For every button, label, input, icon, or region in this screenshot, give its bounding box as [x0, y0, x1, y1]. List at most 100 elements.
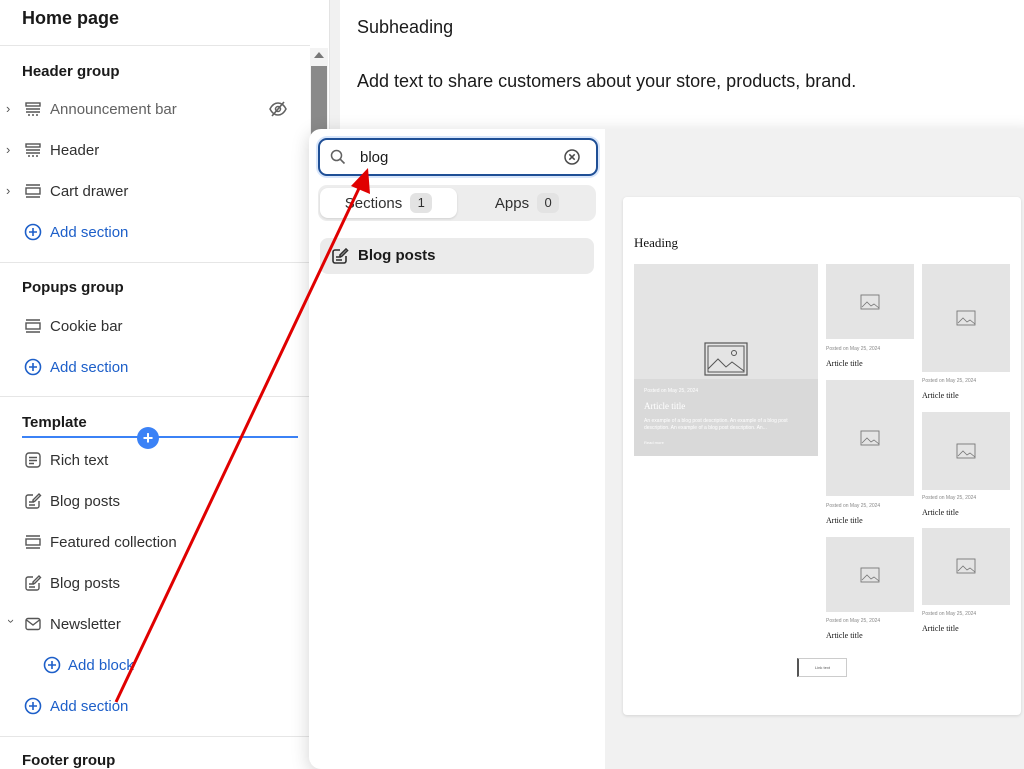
- section-icon: [25, 319, 41, 333]
- footer-group-title: Footer group: [22, 752, 116, 769]
- clear-icon[interactable]: [563, 148, 581, 166]
- count-badge: 1: [410, 193, 433, 213]
- text-block-icon: [25, 452, 41, 468]
- add-section-button[interactable]: Add section: [0, 691, 300, 721]
- post-title: Article title: [826, 631, 863, 640]
- chevron-down-icon[interactable]: ›: [4, 619, 19, 629]
- image-placeholder-icon: [956, 310, 976, 326]
- sidebar-item-cart-drawer[interactable]: › Cart drawer: [0, 176, 300, 206]
- sidebar-item-label: Cookie bar: [50, 317, 123, 335]
- post-title: Article title: [922, 508, 959, 517]
- section-picker-popover: Sections 1 Apps 0 Blog posts Heading Pos…: [309, 129, 1024, 769]
- sidebar-item-newsletter[interactable]: › Newsletter: [0, 609, 300, 639]
- chevron-right-icon[interactable]: ›: [6, 143, 16, 157]
- post-meta: Posted on May 25, 2024: [922, 495, 977, 501]
- divider: [0, 396, 310, 397]
- blog-icon: [332, 247, 349, 264]
- sidebar-item-featured-collection[interactable]: Featured collection: [0, 527, 300, 557]
- preview-description: Add text to share customers about your s…: [357, 71, 857, 91]
- image-placeholder-icon: [860, 294, 880, 310]
- sidebar-item-label: Cart drawer: [50, 182, 129, 200]
- add-section-button[interactable]: Add section: [0, 217, 300, 247]
- tab-label: Sections: [344, 194, 403, 212]
- post-title: Article title: [644, 401, 686, 411]
- sidebar-item-label: Newsletter: [50, 615, 121, 633]
- tab-sections[interactable]: Sections 1: [320, 188, 457, 218]
- blog-posts-preview-card: Heading Posted on May 25, 2024 Article t…: [623, 197, 1021, 715]
- blog-icon: [25, 575, 42, 591]
- add-section-label: Add section: [50, 697, 129, 715]
- section-icon: [25, 184, 41, 198]
- post-thumbnail: [922, 264, 1010, 372]
- chevron-right-icon[interactable]: ›: [6, 102, 16, 116]
- search-icon: [330, 149, 346, 165]
- preview-subheading: Subheading: [357, 17, 454, 37]
- plus-circle-icon: [24, 223, 42, 241]
- post-meta: Posted on May 25, 2024: [826, 503, 881, 509]
- add-section-button[interactable]: Add section: [0, 352, 300, 382]
- image-placeholder-icon: [860, 430, 880, 446]
- result-label: Blog posts: [358, 247, 436, 264]
- post-description: An example of a blog post description. A…: [644, 418, 788, 431]
- post-meta: Posted on May 25, 2024: [826, 618, 881, 624]
- template-title: Template: [22, 414, 87, 431]
- post-meta: Posted on May 25, 2024: [922, 611, 977, 617]
- image-placeholder-icon: [956, 443, 976, 459]
- insert-indicator-line: [22, 436, 298, 438]
- sidebar-item-rich-text[interactable]: Rich text: [0, 445, 300, 475]
- sidebar-item-announcement-bar[interactable]: › Announcement bar: [0, 94, 300, 124]
- section-icon: [25, 102, 41, 116]
- header-group-title: Header group: [22, 63, 120, 80]
- section-icon: [25, 535, 41, 549]
- divider: [0, 45, 310, 46]
- tab-label: Apps: [494, 194, 530, 212]
- plus-circle-icon: [43, 656, 61, 674]
- image-placeholder-icon: [956, 558, 976, 574]
- image-placeholder-icon: [860, 567, 880, 583]
- popups-group-title: Popups group: [22, 279, 124, 296]
- search-field[interactable]: [318, 138, 598, 176]
- sidebar-item-label: Blog posts: [50, 492, 121, 510]
- post-thumbnail: [922, 528, 1010, 605]
- scroll-up-arrow-icon[interactable]: [314, 52, 324, 58]
- sidebar: Home page Header group › Announcement ba…: [0, 0, 330, 769]
- featured-post: Posted on May 25, 2024 Article title An …: [634, 264, 818, 456]
- chevron-right-icon[interactable]: ›: [6, 184, 16, 198]
- sidebar-item-blog-posts[interactable]: Blog posts: [0, 486, 300, 516]
- section-icon: [25, 143, 41, 157]
- count-badge: 0: [537, 193, 560, 213]
- post-thumbnail: [826, 380, 914, 496]
- picker-tabs: Sections 1 Apps 0: [318, 185, 596, 221]
- view-all-button: Link text: [797, 658, 847, 677]
- search-result-blog-posts[interactable]: Blog posts: [320, 238, 594, 274]
- divider: [0, 262, 310, 263]
- post-title: Article title: [826, 516, 863, 525]
- sidebar-item-cookie-bar[interactable]: Cookie bar: [0, 311, 300, 341]
- post-thumbnail: [922, 412, 1010, 490]
- post-title: Article title: [922, 624, 959, 633]
- post-meta: Posted on May 25, 2024: [922, 378, 977, 384]
- sidebar-item-blog-posts[interactable]: Blog posts: [0, 568, 300, 598]
- sidebar-item-label: Announcement bar: [50, 100, 177, 118]
- sidebar-item-label: Rich text: [50, 451, 109, 469]
- post-meta: Posted on May 25, 2024: [644, 388, 699, 394]
- add-section-label: Add section: [50, 358, 129, 376]
- add-block-button[interactable]: Add block: [0, 650, 300, 680]
- preview-heading: Heading: [634, 235, 679, 250]
- plus-circle-icon: [24, 358, 42, 376]
- page-title: Home page: [22, 8, 120, 28]
- eye-off-icon[interactable]: [268, 100, 288, 118]
- post-title: Article title: [922, 391, 959, 400]
- divider: [0, 736, 310, 737]
- sidebar-item-label: Blog posts: [50, 574, 121, 592]
- sidebar-item-header[interactable]: › Header: [0, 135, 300, 165]
- email-icon: [25, 617, 41, 631]
- tab-apps[interactable]: Apps 0: [460, 188, 594, 218]
- plus-circle-icon: [24, 697, 42, 715]
- sidebar-item-label: Header: [50, 141, 100, 159]
- read-more-link: Read more: [644, 440, 664, 445]
- post-thumbnail: [826, 537, 914, 612]
- search-input[interactable]: [360, 147, 550, 167]
- post-meta: Posted on May 25, 2024: [826, 346, 881, 352]
- add-block-label: Add block: [68, 656, 134, 674]
